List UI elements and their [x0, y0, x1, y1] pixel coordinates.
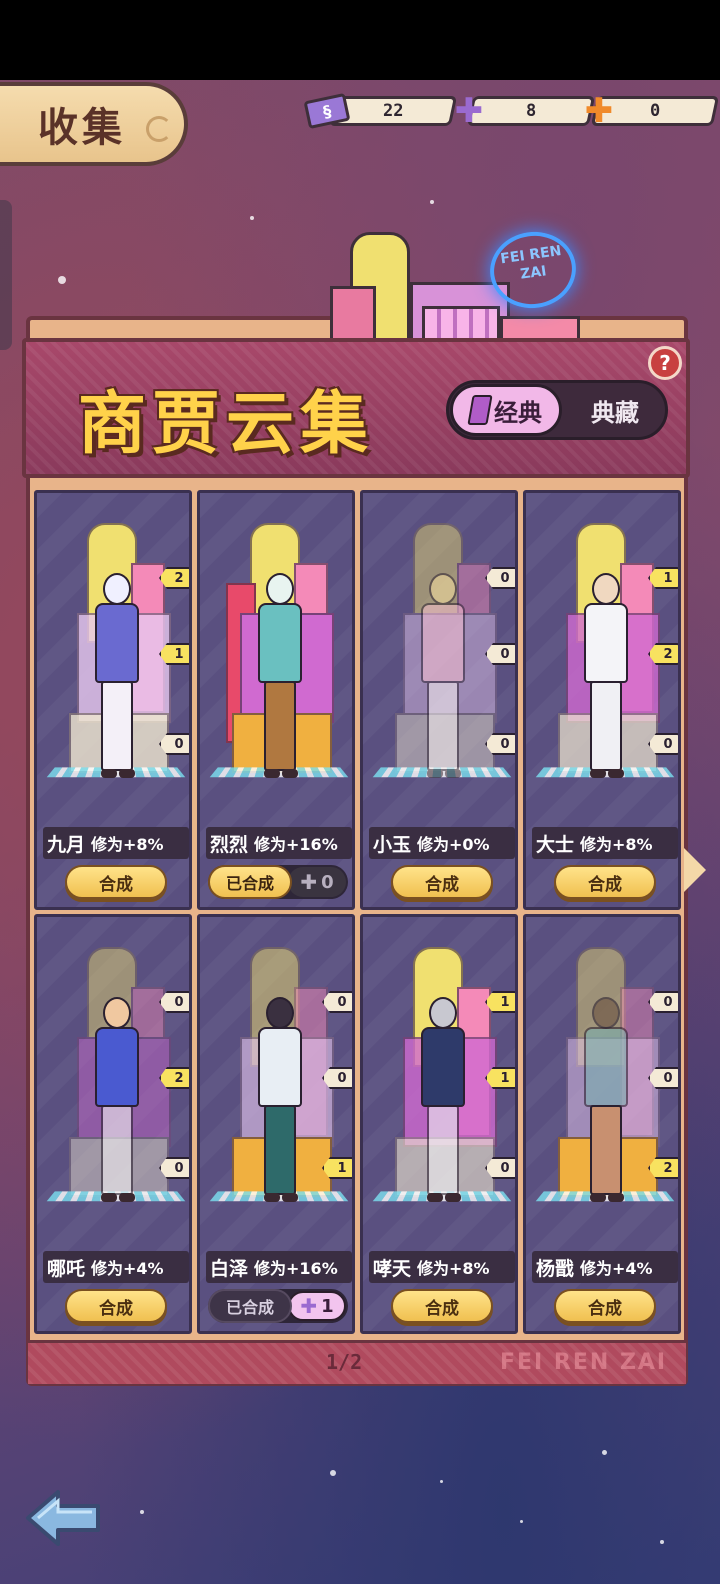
- character-card-dashi[interactable]: 1 2 0 大士 修为+8% 合成: [523, 490, 681, 910]
- character-name: 杨戬: [536, 1257, 575, 1280]
- status-bar: [0, 0, 720, 80]
- card-name-bar: 哮天 修为+8%: [369, 1251, 515, 1283]
- currency-orange-value: 0: [649, 101, 661, 121]
- book-icon: [467, 395, 493, 425]
- character-card-baize[interactable]: 0 0 1 白泽 修为+16% ✚ 1 已合成: [197, 914, 355, 1334]
- synthesized-button[interactable]: 已合成: [208, 865, 292, 899]
- character-figure: [89, 573, 145, 783]
- synthesize-button[interactable]: 合成: [391, 1289, 493, 1323]
- character-name: 哪吒: [47, 1257, 86, 1280]
- character-card-xiaotian[interactable]: 1 1 0 哮天 修为+8% 合成: [360, 914, 518, 1334]
- character-name: 白泽: [210, 1257, 249, 1280]
- character-card-jiuyue[interactable]: 2 1 0 九月 修为+8% 合成: [34, 490, 192, 910]
- page-title-tab: 收集: [0, 82, 188, 166]
- character-bonus: 修为+8%: [580, 835, 653, 854]
- character-card-xiaoyu[interactable]: 0 0 0 小玉 修为+0% 合成: [360, 490, 518, 910]
- character-bonus: 修为+4%: [580, 1259, 653, 1278]
- character-card-yangjian[interactable]: 0 0 2 杨戬 修为+4% 合成: [523, 914, 681, 1334]
- side-drawer-handle[interactable]: [0, 200, 12, 350]
- currency-tickets-value: 22: [382, 101, 404, 121]
- character-figure: [415, 573, 471, 783]
- card-name-bar: 杨戬 修为+4%: [532, 1251, 678, 1283]
- card-name-bar: 九月 修为+8%: [43, 827, 189, 859]
- synthesize-button[interactable]: 合成: [65, 1289, 167, 1323]
- synthesize-button[interactable]: 合成: [554, 1289, 656, 1323]
- character-figure: [252, 573, 308, 783]
- orange-puzzle-icon: ✚: [584, 91, 614, 131]
- tab-collection[interactable]: 典藏: [570, 390, 660, 430]
- synthesized-status: ✚ 0 已合成: [208, 865, 348, 899]
- owned-pieces: ✚ 1: [288, 1291, 346, 1321]
- purple-puzzle-icon: ✚: [454, 91, 484, 131]
- character-bonus: 修为+8%: [417, 1259, 490, 1278]
- next-page-arrow-icon[interactable]: [684, 848, 706, 892]
- card-name-bar: 白泽 修为+16%: [206, 1251, 352, 1283]
- synthesize-button[interactable]: 合成: [65, 865, 167, 899]
- character-bonus: 修为+4%: [91, 1259, 164, 1278]
- synthesize-button[interactable]: 合成: [391, 865, 493, 899]
- page-indicator: 1/2: [326, 1350, 363, 1374]
- character-card-lielie[interactable]: 烈烈 修为+16% ✚ 0 已合成: [197, 490, 355, 910]
- owned-pieces-count: 1: [321, 1295, 334, 1317]
- back-arrow-icon: [26, 1490, 100, 1546]
- card-name-bar: 烈烈 修为+16%: [206, 827, 352, 859]
- back-button[interactable]: [24, 1486, 104, 1550]
- tab-classic-label: 经典: [494, 398, 542, 427]
- card-name-bar: 大士 修为+8%: [532, 827, 678, 859]
- currency-purple-value: 8: [525, 101, 537, 121]
- character-figure: [578, 573, 634, 783]
- character-name: 九月: [47, 833, 86, 856]
- neon-sign-text: FEI REN ZAI: [499, 242, 563, 283]
- tab-classic[interactable]: 经典: [450, 384, 562, 436]
- tab-collection-label: 典藏: [591, 398, 639, 427]
- character-figure: [89, 997, 145, 1207]
- character-card-nezha[interactable]: 0 2 0 哪吒 修为+4% 合成: [34, 914, 192, 1334]
- owned-pieces: ✚ 0: [288, 867, 346, 897]
- grey-puzzle-icon: ✚: [300, 870, 318, 894]
- watermark: FEI REN ZAI: [500, 1350, 668, 1375]
- card-name-bar: 小玉 修为+0%: [369, 827, 515, 859]
- character-bonus: 修为+0%: [417, 835, 490, 854]
- character-bonus: 修为+16%: [254, 1259, 338, 1278]
- character-figure: [578, 997, 634, 1207]
- purple-puzzle-icon: ✚: [300, 1294, 318, 1318]
- character-figure: [415, 997, 471, 1207]
- character-name: 哮天: [373, 1257, 412, 1280]
- character-bonus: 修为+16%: [254, 835, 338, 854]
- synthesize-button[interactable]: 合成: [554, 865, 656, 899]
- synthesized-button[interactable]: 已合成: [208, 1289, 292, 1323]
- swirl-decoration: [146, 116, 172, 142]
- character-bonus: 修为+8%: [91, 835, 164, 854]
- owned-pieces-count: 0: [321, 871, 334, 893]
- character-name: 烈烈: [210, 833, 249, 856]
- character-figure: [252, 997, 308, 1207]
- synthesized-status: ✚ 1 已合成: [208, 1289, 348, 1323]
- banner-title: 商贾云集: [78, 384, 375, 464]
- character-name: 大士: [536, 833, 575, 856]
- ticket-icon: §: [303, 92, 351, 130]
- help-button[interactable]: ?: [648, 346, 682, 380]
- card-name-bar: 哪吒 修为+4%: [43, 1251, 189, 1283]
- character-name: 小玉: [373, 833, 412, 856]
- page-title: 收集: [38, 105, 126, 151]
